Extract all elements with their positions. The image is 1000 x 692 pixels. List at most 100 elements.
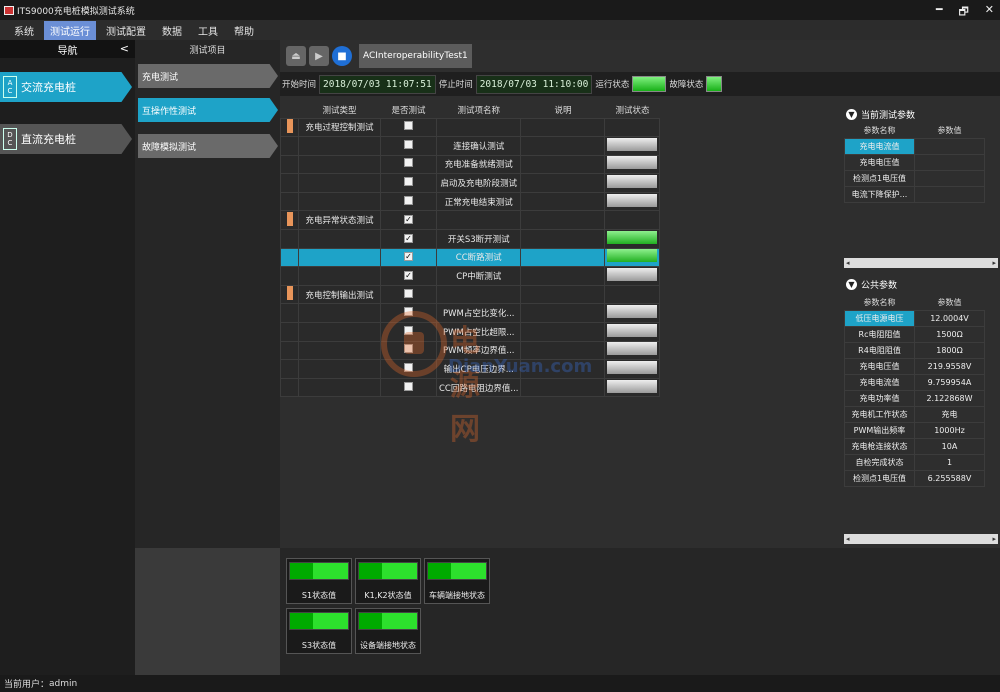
nav-item-label: 直流充电桩 (21, 133, 76, 146)
test-type-cell: 充电异常状态测试 (305, 216, 374, 227)
test-checkbox[interactable] (404, 195, 413, 205)
table-row[interactable]: 连接确认测试 (280, 136, 661, 156)
test-checkbox[interactable]: ✓ (404, 252, 413, 262)
collapse-icon: ▼ (846, 108, 857, 120)
collapse-nav-button[interactable]: < (120, 42, 129, 55)
table-row[interactable]: 正常充电结束测试 (280, 191, 661, 212)
param-row[interactable]: R4电阻阻值 1800Ω (844, 341, 985, 359)
table-row[interactable]: 充电异常状态测试 ✓ (280, 210, 661, 231)
param-row[interactable]: 检测点1电压值 6.255588V (844, 469, 985, 487)
menu-data[interactable]: 数据 (156, 21, 188, 40)
test-checkbox[interactable] (404, 344, 413, 354)
status-bar: 当前用户： admin (0, 675, 1000, 692)
table-row[interactable]: 输出CP电压边界... (280, 359, 661, 379)
param-name-cell: PWM输出频率 (844, 421, 915, 439)
menu-test-run[interactable]: 测试运行 (44, 20, 96, 40)
param-name-cell: 电流下降保护... (844, 185, 915, 203)
param-row[interactable]: 充电枪连接状态 10A (844, 437, 985, 455)
test-table: 测试类型 是否测试 测试项名称 说明 测试状态 充电过程控制测试 连接确认测试 充电… (280, 102, 661, 398)
test-checkbox[interactable] (404, 288, 413, 298)
param-value-header: 参数值 (937, 298, 962, 308)
test-checkbox[interactable]: ✓ (404, 215, 413, 225)
test-checkbox[interactable] (404, 381, 413, 391)
table-row[interactable]: PWM占空比超限... (280, 322, 661, 342)
param-row[interactable]: 充电电流值 (844, 137, 985, 155)
param-row[interactable]: PWM输出频率 1000Hz (844, 421, 985, 439)
col-test-status: 测试状态 (604, 102, 660, 118)
param-row[interactable]: 充电电流值 9.759954A (844, 373, 985, 391)
param-row[interactable]: 充电电压值 (844, 153, 985, 171)
param-value-cell (914, 185, 985, 203)
test-checkbox[interactable] (404, 177, 413, 187)
test-checkbox[interactable]: ✓ (404, 271, 413, 281)
test-checkbox[interactable] (404, 363, 413, 373)
table-row[interactable]: ✓ CP中断测试 (280, 266, 661, 286)
table-row[interactable]: ✓ CC断路测试 (280, 247, 661, 268)
menu-tools[interactable]: 工具 (192, 21, 224, 40)
test-status-bar (607, 193, 658, 207)
test-checkbox[interactable] (404, 158, 413, 168)
stop-time-value: 2018/07/03 11:10:00 (475, 74, 593, 94)
param-value-cell: 2.122868W (914, 389, 985, 407)
test-checkbox[interactable] (404, 121, 413, 131)
param-row[interactable]: 充电机工作状态 充电 (844, 405, 985, 423)
param-row[interactable]: Rc电阻阻值 1500Ω (844, 325, 985, 343)
param-row[interactable]: 检测点1电压值 (844, 169, 985, 187)
param-row[interactable]: 充电功率值 2.122868W (844, 389, 985, 407)
export-icon[interactable]: ⏏ (286, 46, 306, 66)
k1k2-status-meter (358, 562, 418, 580)
param-row[interactable]: 低压电源电压 12.0004V (844, 309, 985, 327)
table-row[interactable]: 充电过程控制测试 (280, 117, 661, 138)
test-status-bar (607, 305, 658, 319)
fault-status-label: 故障状态 (669, 80, 704, 90)
window-title: ITS9000充电桩模拟测试系统 (17, 6, 135, 17)
test-checkbox[interactable] (404, 307, 413, 317)
stop-time-label: 停止时间 (438, 80, 473, 90)
param-value-header: 参数值 (937, 126, 962, 136)
table-row[interactable]: PWM占空比变化... (280, 303, 661, 324)
nav-title: 导航 (57, 45, 78, 57)
param-row[interactable]: 自检完成状态 1 (844, 453, 985, 471)
test-checkbox[interactable] (404, 325, 413, 335)
table-row[interactable]: PWM频率边界值... (280, 340, 661, 361)
group-marker (286, 286, 293, 301)
nav-item-ac-charger[interactable]: AC 交流充电桩 (0, 72, 132, 102)
param-row[interactable]: 电流下降保护... (844, 185, 985, 203)
start-time-value: 2018/07/03 11:07:51 (319, 74, 436, 94)
public-params-header[interactable]: ▼ 公共参数 (842, 274, 897, 294)
table-row[interactable]: CC回路电阻边界值... (280, 377, 661, 398)
param-value-cell: 12.0004V (914, 309, 985, 327)
play-icon[interactable]: ▶ (309, 46, 329, 66)
current-params-header[interactable]: ▼ 当前测试参数 (842, 104, 1000, 124)
status-indicator-panel: S1状态值 K1,K2状态值 车辆端接地状态 S3状态值 设备端接地状态 (280, 548, 1000, 675)
param-value-cell: 1 (914, 453, 985, 471)
test-name-cell: 启动及充电阶段测试 (440, 179, 517, 190)
subnav-interoperability-test[interactable]: 互操作性测试 (138, 98, 278, 122)
test-checkbox[interactable]: ✓ (404, 233, 413, 243)
menu-system[interactable]: 系统 (8, 21, 40, 40)
table-row[interactable]: 充电准备就绪测试 (280, 154, 661, 175)
param-row[interactable]: 充电电压值 219.9558V (844, 357, 985, 375)
current-params-scrollbar[interactable]: ◂ ▸ (844, 258, 998, 268)
test-items-title: 测试项目 (189, 45, 226, 56)
param-value-cell (914, 169, 985, 187)
subnav-fault-simulation-test[interactable]: 故障模拟测试 (138, 134, 278, 158)
table-row[interactable]: 充电控制输出测试 (280, 284, 661, 305)
col-description: 说明 (520, 102, 605, 118)
test-tab[interactable]: ACInteroperabilityTest1 (359, 44, 472, 68)
menu-help[interactable]: 帮助 (228, 21, 260, 40)
test-checkbox[interactable] (404, 139, 413, 149)
public-params-scrollbar[interactable]: ◂ ▸ (844, 534, 998, 544)
subnav-charging-test[interactable]: 充电测试 (138, 64, 278, 88)
nav-item-dc-charger[interactable]: DC 直流充电桩 (0, 124, 132, 154)
test-status-bar (607, 268, 658, 282)
table-row[interactable]: ✓ 开关S3断开测试 (280, 229, 661, 249)
table-row[interactable]: 启动及充电阶段测试 (280, 173, 661, 193)
test-status-bar (607, 379, 658, 393)
menu-test-config[interactable]: 测试配置 (100, 21, 152, 40)
device-ground-meter (358, 612, 418, 630)
stop-icon[interactable]: ■ (332, 46, 352, 66)
test-type-cell: 充电过程控制测试 (305, 123, 374, 134)
test-status-bar (607, 249, 658, 263)
vehicle-ground-meter (427, 562, 487, 580)
